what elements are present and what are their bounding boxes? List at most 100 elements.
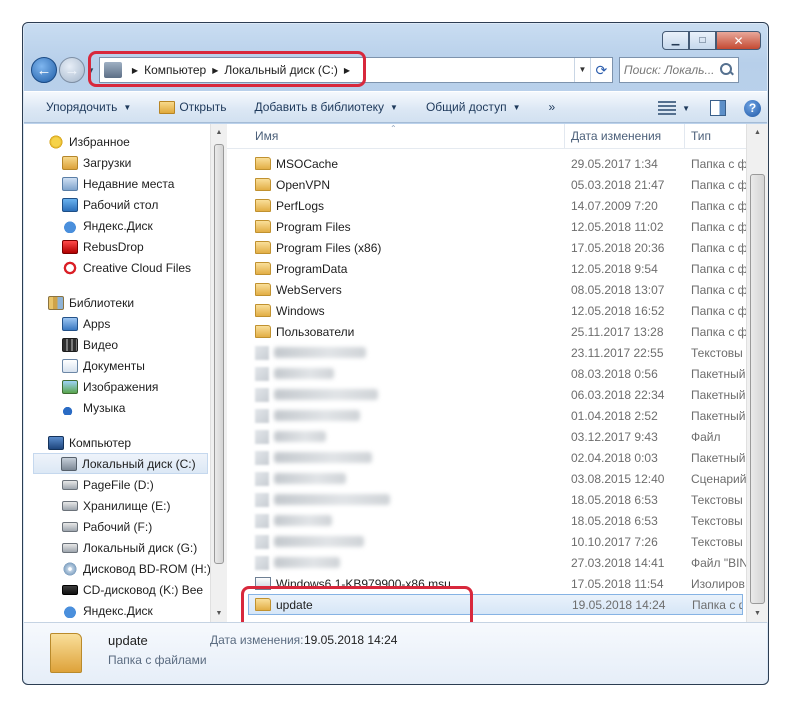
organize-button[interactable]: Упорядочить ▼ (46, 100, 131, 114)
sidebar-item-creative-cloud[interactable]: Creative Cloud Files (24, 257, 210, 278)
file-name: Program Files (276, 219, 351, 234)
open-button[interactable]: Открыть (159, 100, 226, 114)
sidebar-item-label: Яндекс.Диск (83, 603, 153, 618)
table-row[interactable]: WebServers 08.05.2018 13:07 Папка с ф (227, 279, 746, 300)
file-date: 12.05.2018 11:02 (571, 219, 664, 234)
table-row[interactable]: 18.05.2018 6:53 Текстовы (227, 489, 746, 510)
blurred-file-name (274, 452, 372, 463)
address-bar[interactable]: ▶ Компьютер ▶ Локальный диск (C:) ▶ ▼ ⟳ (87, 51, 613, 87)
column-date-label: Дата изменения (571, 129, 662, 143)
share-label: Общий доступ (425, 100, 507, 114)
sidebar-item-cd-k[interactable]: CD-дисковод (K:) Bee (24, 579, 210, 600)
share-button[interactable]: Общий доступ ▼ (426, 100, 521, 114)
table-row[interactable]: 23.11.2017 22:55 Текстовы (227, 342, 746, 363)
sidebar-item-label: Рабочий (F:) (83, 519, 153, 534)
table-row[interactable]: 08.03.2018 0:56 Пакетный (227, 363, 746, 384)
sidebar-item-local-disk-g[interactable]: Локальный диск (G:) (24, 537, 210, 558)
sidebar-item-local-disk-c[interactable]: Локальный диск (C:) (33, 453, 208, 474)
table-row[interactable]: Program Files 12.05.2018 11:02 Папка с ф (227, 216, 746, 237)
column-header-type[interactable]: Тип (685, 124, 746, 148)
file-date: 17.05.2018 20:36 (571, 240, 665, 255)
refresh-icon[interactable]: ⟳ (589, 58, 612, 82)
sidebar-item-rebusdrop[interactable]: RebusDrop (24, 236, 210, 257)
sidebar-item-label: Apps (83, 316, 111, 331)
sidebar-item-work-f[interactable]: Рабочий (F:) (24, 516, 210, 537)
scroll-up-icon[interactable]: ▲ (211, 124, 227, 141)
sidebar-item-pagefile-d[interactable]: PageFile (D:) (24, 474, 210, 495)
table-row[interactable]: Windows 12.05.2018 16:52 Папка с ф (227, 300, 746, 321)
sidebar-item-apps[interactable]: Apps (24, 313, 210, 334)
sidebar-item-video[interactable]: Видео (24, 334, 210, 355)
table-row[interactable]: Пользователи 25.11.2017 13:28 Папка с ф (227, 321, 746, 342)
view-options-icon[interactable] (658, 101, 677, 115)
add-to-library-button[interactable]: Добавить в библиотеку ▼ (254, 100, 397, 114)
address-dropdown-icon[interactable]: ▼ (573, 58, 590, 82)
table-row[interactable]: 06.03.2018 22:34 Пакетный (227, 384, 746, 405)
scroll-thumb[interactable] (214, 144, 224, 564)
files-highlight-frame (241, 586, 473, 622)
preview-pane-icon[interactable] (710, 100, 726, 116)
search-input[interactable]: Поиск: Локаль... (618, 57, 739, 83)
libraries-header[interactable]: Библиотеки (24, 292, 210, 313)
file-icon (255, 513, 269, 528)
sidebar-item-documents[interactable]: Документы (24, 355, 210, 376)
navigation-scrollbar[interactable]: ▲ ▼ (210, 124, 227, 622)
scroll-down-icon[interactable]: ▼ (211, 605, 227, 622)
table-row[interactable]: 03.08.2015 12:40 Сценарий (227, 468, 746, 489)
help-icon[interactable]: ? (744, 99, 761, 117)
sidebar-item-yandex-disk[interactable]: Яндекс.Диск (24, 215, 210, 236)
file-name: ProgramData (276, 261, 348, 276)
file-type: Текстовы (691, 492, 743, 507)
forward-button[interactable]: → (59, 57, 85, 83)
table-row[interactable]: 10.10.2017 7:26 Текстовы (227, 531, 746, 552)
table-row[interactable]: MSOCache 29.05.2017 1:34 Папка с ф (227, 153, 746, 174)
scroll-down-icon[interactable]: ▼ (747, 605, 768, 622)
table-row[interactable]: 18.05.2018 6:53 Текстовы (227, 510, 746, 531)
table-row[interactable]: 27.03.2018 14:41 Файл "BIN (227, 552, 746, 573)
file-date: 12.05.2018 9:54 (571, 261, 658, 276)
table-row[interactable]: Program Files (x86) 17.05.2018 20:36 Папка… (227, 237, 746, 258)
blurred-file-name (274, 368, 334, 379)
command-toolbar: Упорядочить ▼ Открыть Добавить в библиот… (24, 91, 767, 123)
search-placeholder: Поиск: Локаль... (623, 63, 715, 77)
more-commands-button[interactable]: » (548, 100, 555, 114)
sidebar-item-recent-places[interactable]: Недавние места (24, 173, 210, 194)
column-header-date[interactable]: Дата изменения (565, 124, 685, 148)
file-type: Папка с ф (692, 597, 742, 612)
back-button[interactable]: ← (31, 57, 57, 83)
table-row[interactable]: 01.04.2018 2:52 Пакетный (227, 405, 746, 426)
computer-label: Компьютер (69, 435, 132, 450)
computer-header[interactable]: Компьютер (24, 432, 210, 453)
table-row[interactable]: 03.12.2017 9:43 Файл (227, 426, 746, 447)
sidebar-item-yandex-disk-2[interactable]: Яндекс.Диск (24, 600, 210, 621)
sidebar-item-label: CD-дисковод (K:) Bee (83, 582, 204, 597)
details-pane: update Папка с файлами Дата изменения: 1… (24, 622, 767, 684)
sidebar-item-storage-e[interactable]: Хранилище (E:) (24, 495, 210, 516)
file-date: 29.05.2017 1:34 (571, 156, 658, 171)
table-row[interactable]: ProgramData 12.05.2018 9:54 Папка с ф (227, 258, 746, 279)
table-row[interactable]: PerfLogs 14.07.2009 7:20 Папка с ф (227, 195, 746, 216)
minimize-button[interactable]: ▁ (662, 31, 689, 50)
scroll-thumb[interactable] (750, 174, 765, 604)
folder-icon (255, 178, 271, 191)
navigation-bar: ← → ▼ ▶ Компьютер ▶ Локальный диск (C:) … (31, 51, 760, 87)
scroll-up-icon[interactable]: ▲ (747, 124, 768, 141)
sidebar-item-downloads[interactable]: Загрузки (24, 152, 210, 173)
chevron-down-icon: ▼ (512, 102, 521, 112)
sidebar-item-images[interactable]: Изображения (24, 376, 210, 397)
file-list-scrollbar[interactable]: ▲ ▼ (746, 124, 768, 622)
sidebar-item-music[interactable]: Музыка (24, 397, 210, 418)
close-button[interactable]: ✕ (716, 31, 761, 50)
table-row[interactable]: 02.04.2018 0:03 Пакетный (227, 447, 746, 468)
favorites-header[interactable]: Избранное (24, 131, 210, 152)
blurred-file-name (274, 431, 326, 442)
table-row[interactable]: OpenVPN 05.03.2018 21:47 Папка с ф (227, 174, 746, 195)
search-icon[interactable] (719, 63, 734, 77)
address-highlight-frame (87, 51, 366, 87)
video-icon (62, 337, 78, 352)
view-dropdown-icon[interactable]: ▼ (682, 104, 690, 113)
maximize-button[interactable]: □ (689, 31, 716, 50)
file-name: Windows (276, 303, 325, 318)
sidebar-item-desktop[interactable]: Рабочий стол (24, 194, 210, 215)
sidebar-item-bd-rom-h[interactable]: Дисковод BD-ROM (H:) (24, 558, 210, 579)
